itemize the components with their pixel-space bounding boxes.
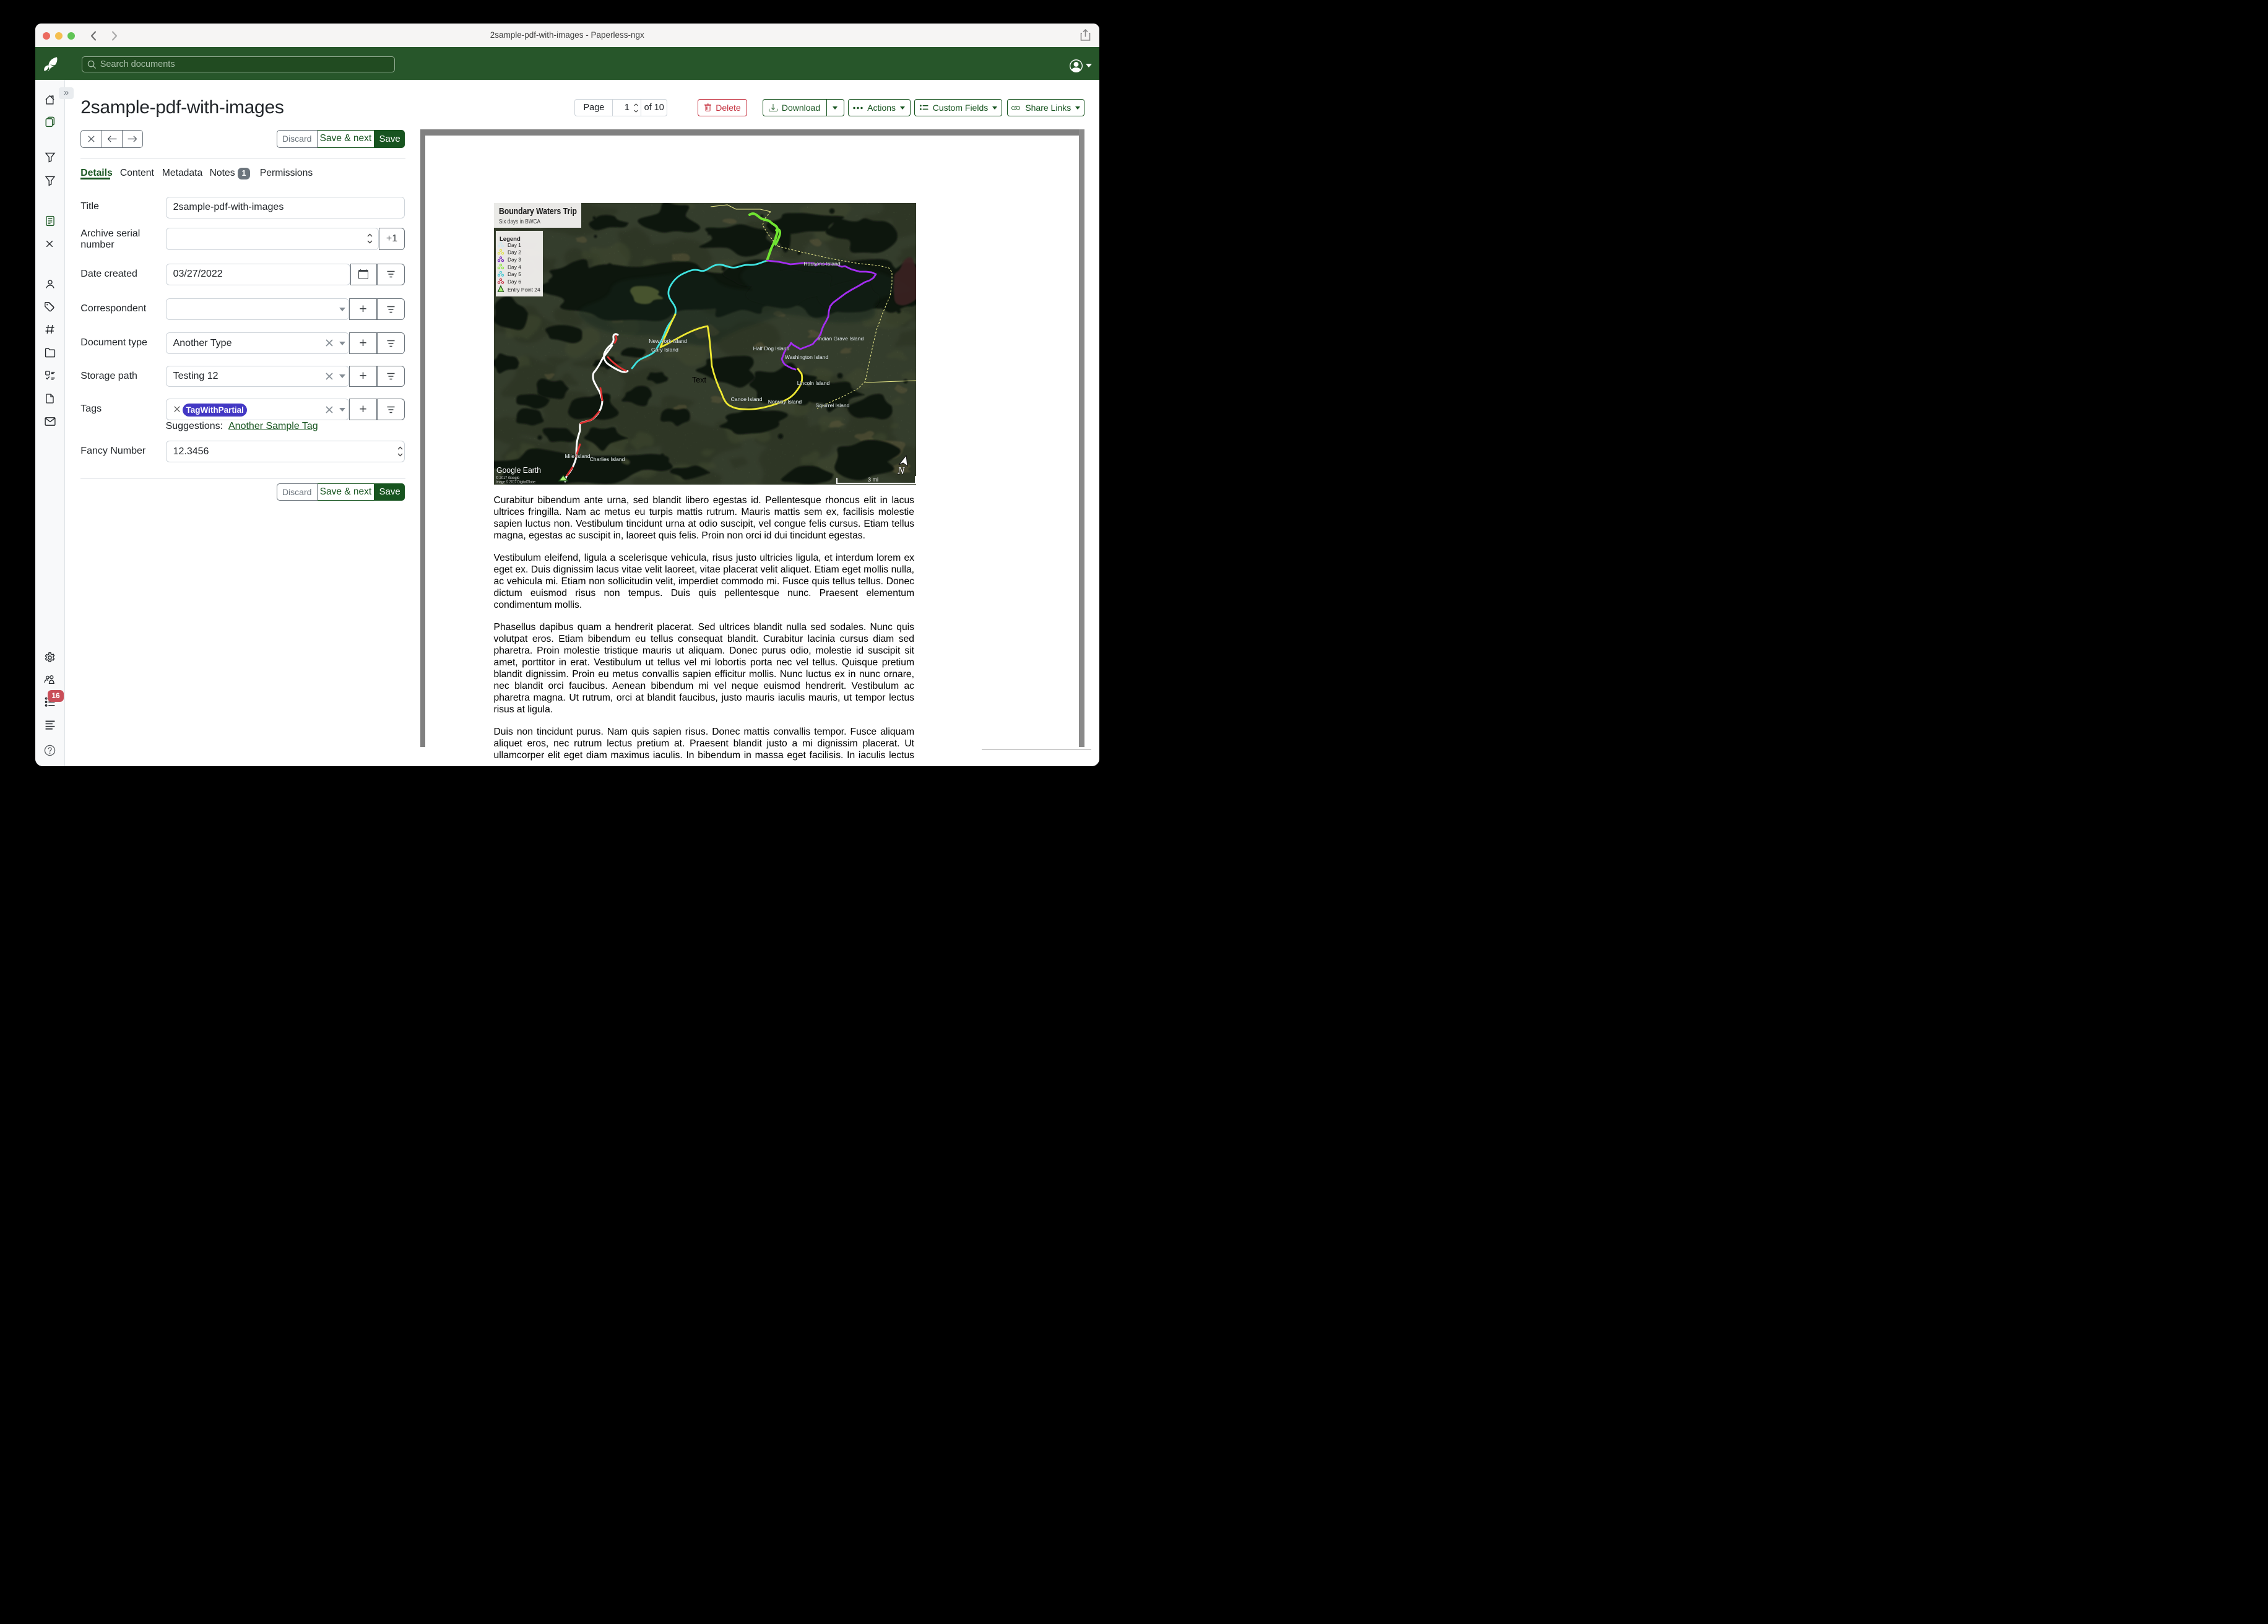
svg-text:New York Island: New York Island: [649, 338, 687, 344]
svg-text:Six days in BWCA: Six days in BWCA: [499, 218, 540, 225]
svg-text:Mile Island: Mile Island: [565, 453, 591, 459]
svg-text:Lincoln Island: Lincoln Island: [797, 380, 830, 386]
svg-text:Charlies Island: Charlies Island: [590, 456, 625, 462]
svg-text:Day 6: Day 6: [508, 279, 521, 285]
svg-text:Squirrel Island: Squirrel Island: [816, 402, 850, 408]
svg-text:Image © 2017 DigitalGlobe: Image © 2017 DigitalGlobe: [496, 480, 536, 485]
svg-text:Hausons Island: Hausons Island: [804, 261, 841, 267]
svg-text:Google Earth: Google Earth: [496, 465, 541, 475]
svg-text:Gary Island: Gary Island: [651, 347, 678, 353]
svg-text:Day 3: Day 3: [508, 257, 521, 263]
svg-text:Washington Island: Washington Island: [785, 354, 829, 360]
svg-text:© 2017 Google: © 2017 Google: [496, 476, 520, 480]
svg-text:Boundary Waters Trip: Boundary Waters Trip: [499, 207, 577, 217]
svg-text:Indian Grave Island: Indian Grave Island: [818, 335, 864, 342]
svg-text:Day 4: Day 4: [508, 264, 521, 270]
svg-text:Half Dog Island: Half Dog Island: [753, 345, 790, 352]
svg-text:Day 2: Day 2: [508, 249, 521, 256]
svg-text:3 mi: 3 mi: [868, 477, 878, 483]
svg-text:Text: Text: [692, 376, 706, 384]
svg-text:Norway Island: Norway Island: [768, 399, 802, 405]
svg-text:Entry Point 24: Entry Point 24: [508, 287, 540, 293]
svg-text:N: N: [897, 465, 906, 477]
svg-text:Day 1: Day 1: [508, 242, 521, 248]
svg-text:Day 5: Day 5: [508, 271, 521, 277]
svg-text:Canoe Island: Canoe Island: [731, 396, 763, 402]
